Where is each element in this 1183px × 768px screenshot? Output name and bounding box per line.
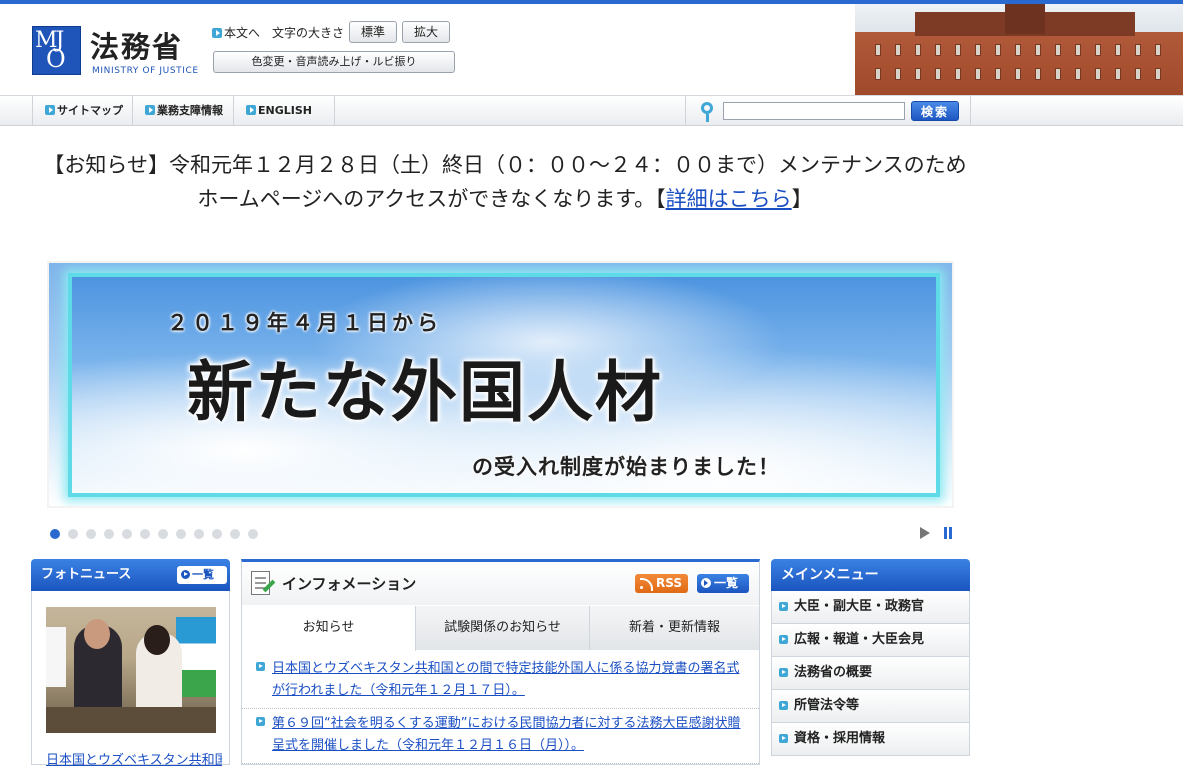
slider-dot[interactable] [230,529,240,539]
nav-service-label: 業務支障情報 [157,104,223,117]
logo-title[interactable]: 法務省 [90,24,183,66]
arrow-icon [181,570,190,579]
search-pin-icon [701,102,713,122]
global-nav: サイトマップ 業務支障情報 ENGLISH 検索 [0,95,1183,126]
menu-item-label: 法務省の概要 [794,665,873,680]
tab-notices[interactable]: お知らせ [242,606,416,651]
search-input[interactable] [723,102,905,120]
information-title: インフォメーション [282,575,417,593]
site-header: MJ O 法務省 MINISTRY OF JUSTICE 本文へ 文字の大きさ 標… [0,4,1183,95]
menu-item-label: 所管法令等 [794,698,860,713]
font-standard-button[interactable]: 標準 [349,21,397,43]
maintenance-notice: 【お知らせ】令和元年１２月２８日（土）終日（０：００～２４：００まで）メンテナン… [40,148,970,216]
main-menu-title: メインメニュー [781,567,879,583]
list-item[interactable]: 第６９回“社会を明るくする運動”における民間協力者に対する法務大臣感謝状贈呈式を… [242,709,759,764]
notice-line-2: ホームページへのアクセスができなくなります。【詳細はこちら】 [40,182,970,216]
photo-news-body: 日本国とウズベキスタン共和国との間で [31,591,230,768]
menu-item-overview[interactable]: 法務省の概要 [771,657,970,690]
menu-item-minister[interactable]: 大臣・副大臣・政務官 [771,591,970,624]
menu-item-press[interactable]: 広報・報道・大臣会見 [771,624,970,657]
banner-subline: の受入れ制度が始まりました！ [472,455,780,479]
arrow-icon [212,28,222,38]
arrow-icon [246,105,256,115]
arrow-icon [779,668,788,677]
photo-news-list-button[interactable]: 一覧 [177,566,227,584]
slider-dot[interactable] [104,529,114,539]
arrow-icon [45,105,55,115]
photo-news-list-label: 一覧 [192,568,214,581]
slider-pause-icon[interactable] [943,527,953,539]
slider-dot[interactable] [158,529,168,539]
menu-item-label: 大臣・副大臣・政務官 [794,599,925,614]
font-size-label: 文字の大きさ [272,26,345,40]
news-list: 日本国とウズベキスタン共和国との間で特定技能外国人に係る協力覚書の署名式が行われ… [242,654,759,764]
nav-sitemap-label: サイトマップ [57,104,123,117]
arrow-icon [701,578,711,588]
menu-item-label: 広報・報道・大臣会見 [794,632,925,647]
menu-item-laws[interactable]: 所管法令等 [771,690,970,723]
arrow-icon [779,602,788,611]
skip-label: 本文へ [224,26,261,40]
slider-dot[interactable] [68,529,78,539]
slider-dot[interactable] [212,529,222,539]
slider-dot[interactable] [122,529,132,539]
rss-button[interactable]: RSS [635,574,688,593]
nav-english-label: ENGLISH [258,104,312,117]
banner-date-line: ２０１９年４月１日から [167,311,442,335]
menu-item-careers[interactable]: 資格・採用情報 [771,723,970,756]
photo-news-header: フォトニュース 一覧 [31,559,230,591]
information-list-label: 一覧 [714,576,739,590]
main-menu-header: メインメニュー [771,559,970,591]
search-button[interactable]: 検索 [911,101,959,121]
slider-dot[interactable] [176,529,186,539]
information-panel: インフォメーション RSS 一覧 お知らせ 試験関係のお知らせ 新着・更新情報 … [241,559,760,765]
nav-service-disruption[interactable]: 業務支障情報 [133,96,234,126]
tab-updates[interactable]: 新着・更新情報 [590,606,759,650]
ministry-building-image [855,4,1183,95]
notice-line-1: 【お知らせ】令和元年１２月２８日（土）終日（０：００～２４：００まで）メンテナン… [43,153,967,177]
slider-dot[interactable] [50,529,60,539]
slider-dot[interactable] [194,529,204,539]
menu-item-label: 資格・採用情報 [794,731,886,746]
information-tabs: お知らせ 試験関係のお知らせ 新着・更新情報 [242,606,759,651]
photo-news-title: フォトニュース [41,567,132,582]
information-list-button[interactable]: 一覧 [697,574,749,593]
information-header: インフォメーション RSS 一覧 [242,562,759,605]
skip-to-content-link[interactable]: 本文へ [212,24,260,41]
slider-play-icon[interactable] [920,527,930,539]
arrow-icon [256,662,265,671]
news-item-text: 第６９回“社会を明るくする運動”における民間協力者に対する法務大臣感謝状贈呈式を… [272,716,741,753]
news-item-text: 日本国とウズベキスタン共和国との間で特定技能外国人に係る協力覚書の署名式が行われ… [272,661,740,698]
moj-logo-icon[interactable]: MJ O [32,26,81,75]
notice-line-2-post: 】 [791,187,813,211]
arrow-icon [779,635,788,644]
main-menu: 大臣・副大臣・政務官 広報・報道・大臣会見 法務省の概要 所管法令等 資格・採用… [771,591,970,756]
arrow-icon [779,701,788,710]
nav-english[interactable]: ENGLISH [234,96,335,126]
logo-subtitle: MINISTRY OF JUSTICE [92,66,199,76]
rss-label: RSS [656,576,682,590]
photo-news-image[interactable] [46,607,216,733]
notice-details-link[interactable]: 詳細はこちら [666,187,792,211]
slider-dot[interactable] [86,529,96,539]
banner-headline: 新たな外国人材 [187,354,663,431]
rss-icon [640,578,653,591]
accessibility-button[interactable]: 色変更・音声読み上げ・ルビ振り [213,51,455,73]
photo-news-caption[interactable]: 日本国とウズベキスタン共和国との間で [46,749,222,768]
arrow-icon [145,105,155,115]
list-item[interactable]: 日本国とウズベキスタン共和国との間で特定技能外国人に係る協力覚書の署名式が行われ… [242,654,759,709]
font-large-button[interactable]: 拡大 [402,21,450,43]
tab-exam-notices[interactable]: 試験関係のお知らせ [416,606,590,650]
slider-dot[interactable] [140,529,150,539]
notice-line-2-pre: ホームページへのアクセスができなくなります。【 [197,187,666,211]
hero-banner[interactable]: ２０１９年４月１日から 新たな外国人材 の受入れ制度が始まりました！ [47,261,954,508]
document-edit-icon [251,571,270,595]
search-area: 検索 [685,96,971,126]
banner-frame: ２０１９年４月１日から 新たな外国人材 の受入れ制度が始まりました！ [68,273,940,497]
arrow-icon [779,734,788,743]
slider-dot[interactable] [248,529,258,539]
nav-sitemap[interactable]: サイトマップ [32,96,133,126]
arrow-icon [256,717,265,726]
